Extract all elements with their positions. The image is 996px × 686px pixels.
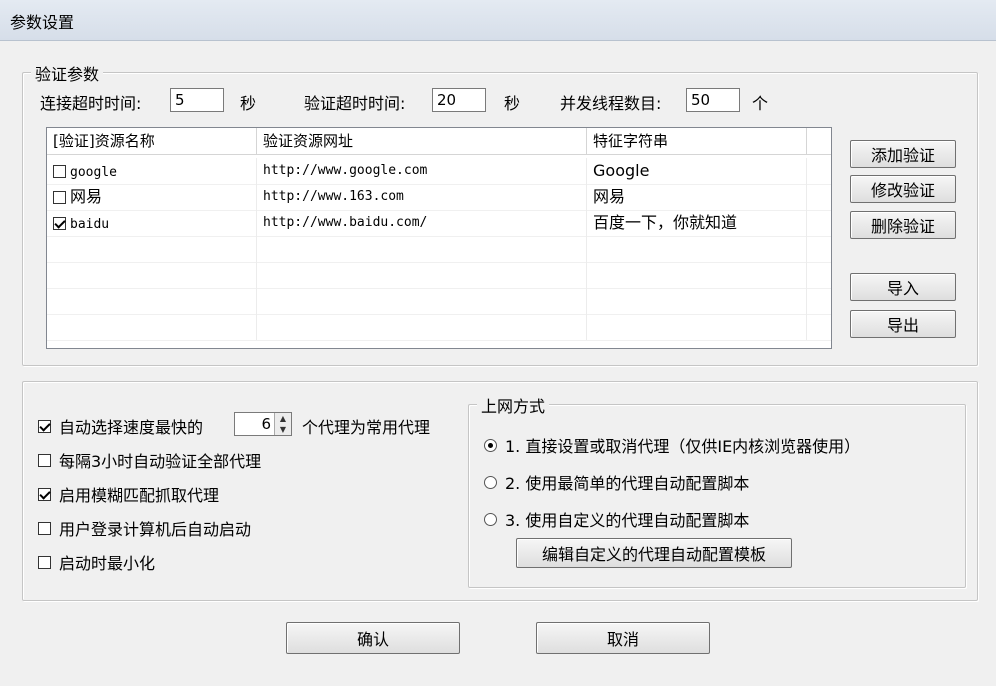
autostart-option[interactable]: 用户登录计算机后自动启动 — [38, 516, 251, 540]
net-option-3-label: 3. 使用自定义的代理自动配置脚本 — [505, 511, 750, 530]
empty-row — [47, 288, 831, 315]
net-mode-legend: 上网方式 — [477, 393, 550, 417]
add-verify-button[interactable]: 添加验证 — [850, 140, 956, 168]
delete-verify-button[interactable]: 删除验证 — [850, 211, 956, 239]
title-bar[interactable]: 参数设置 — [0, 0, 996, 41]
empty-row — [47, 236, 831, 263]
auto-select-suffix: 个代理为常用代理 — [302, 418, 431, 437]
verify-timeout-unit: 秒 — [504, 94, 521, 113]
row-name-cell: baidu — [47, 210, 257, 236]
verify-timeout-input[interactable] — [432, 88, 486, 112]
empty-row — [47, 314, 831, 341]
column-header-url[interactable]: 验证资源网址 — [257, 128, 587, 154]
auto-select-prefix: 自动选择速度最快的 — [59, 418, 204, 437]
every3h-label: 每隔3小时自动验证全部代理 — [59, 452, 262, 471]
empty-row — [47, 262, 831, 289]
net-option-1[interactable]: 1. 直接设置或取消代理（仅供IE内核浏览器使用） — [484, 433, 860, 457]
verify-params-legend: 验证参数 — [31, 61, 104, 85]
list-header: [验证]资源名称 验证资源网址 特征字符串 — [47, 128, 831, 155]
row-name: google — [70, 165, 117, 180]
column-header-empty — [807, 128, 831, 154]
fuzzy-option[interactable]: 启用模糊匹配抓取代理 — [38, 482, 219, 506]
every3h-option[interactable]: 每隔3小时自动验证全部代理 — [38, 448, 261, 472]
row-name-cell: google — [47, 158, 257, 184]
edit-template-button[interactable]: 编辑自定义的代理自动配置模板 — [516, 538, 792, 568]
proxy-count-value: 6 — [261, 415, 271, 433]
row-checkbox[interactable] — [53, 217, 66, 230]
spinner-buttons: ▲ ▼ — [274, 413, 291, 435]
autostart-checkbox[interactable] — [38, 521, 51, 535]
row-feature: 网易 — [587, 184, 807, 210]
net-option-3[interactable]: 3. 使用自定义的代理自动配置脚本 — [484, 507, 749, 531]
fuzzy-checkbox[interactable] — [38, 487, 51, 501]
edit-verify-button[interactable]: 修改验证 — [850, 175, 956, 203]
threads-unit: 个 — [752, 94, 769, 113]
row-name: 网易 — [70, 187, 103, 206]
net-option-2-label: 2. 使用最简单的代理自动配置脚本 — [505, 474, 750, 493]
row-checkbox[interactable] — [53, 191, 66, 204]
auto-select-checkbox[interactable] — [38, 419, 51, 433]
minimize-label: 启动时最小化 — [59, 554, 156, 573]
spinner-down-icon[interactable]: ▼ — [275, 424, 291, 435]
row-name: baidu — [70, 217, 110, 232]
conn-timeout-label: 连接超时时间: — [40, 94, 142, 113]
auto-select-option[interactable]: 自动选择速度最快的 — [38, 414, 203, 438]
threads-input[interactable] — [686, 88, 740, 112]
table-row[interactable]: google http://www.google.com Google — [47, 158, 831, 185]
cancel-button[interactable]: 取消 — [536, 622, 710, 654]
threads-label: 并发线程数目: — [560, 94, 662, 113]
conn-timeout-input[interactable] — [170, 88, 224, 112]
fuzzy-label: 启用模糊匹配抓取代理 — [59, 486, 220, 505]
window-title: 参数设置 — [10, 13, 75, 32]
conn-timeout-unit: 秒 — [240, 94, 257, 113]
autostart-label: 用户登录计算机后自动启动 — [59, 520, 252, 539]
net-option-1-label: 1. 直接设置或取消代理（仅供IE内核浏览器使用） — [505, 437, 861, 456]
net-option-3-radio[interactable] — [484, 512, 497, 526]
verify-timeout-label: 验证超时时间: — [304, 94, 406, 113]
ok-button[interactable]: 确认 — [286, 622, 460, 654]
minimize-option[interactable]: 启动时最小化 — [38, 550, 155, 574]
row-feature: Google — [587, 158, 807, 184]
row-url: http://www.163.com — [257, 184, 587, 210]
proxy-count-spinner[interactable]: 6 ▲ ▼ — [234, 412, 292, 436]
net-option-2[interactable]: 2. 使用最简单的代理自动配置脚本 — [484, 470, 749, 494]
table-row[interactable]: 网易 http://www.163.com 网易 — [47, 184, 831, 211]
verify-resource-list[interactable]: [验证]资源名称 验证资源网址 特征字符串 google http://www.… — [46, 127, 832, 349]
row-url: http://www.google.com — [257, 158, 587, 184]
net-option-2-radio[interactable] — [484, 475, 497, 489]
import-button[interactable]: 导入 — [850, 273, 956, 301]
column-header-name[interactable]: [验证]资源名称 — [47, 128, 257, 154]
table-row[interactable]: baidu http://www.baidu.com/ 百度一下，你就知道 — [47, 210, 831, 237]
column-header-feature[interactable]: 特征字符串 — [587, 128, 807, 154]
every3h-checkbox[interactable] — [38, 453, 51, 467]
row-checkbox[interactable] — [53, 165, 66, 178]
row-feature: 百度一下，你就知道 — [587, 210, 807, 236]
row-name-cell: 网易 — [47, 184, 257, 210]
minimize-checkbox[interactable] — [38, 555, 51, 569]
net-option-1-radio[interactable] — [484, 438, 497, 452]
export-button[interactable]: 导出 — [850, 310, 956, 338]
row-url: http://www.baidu.com/ — [257, 210, 587, 236]
